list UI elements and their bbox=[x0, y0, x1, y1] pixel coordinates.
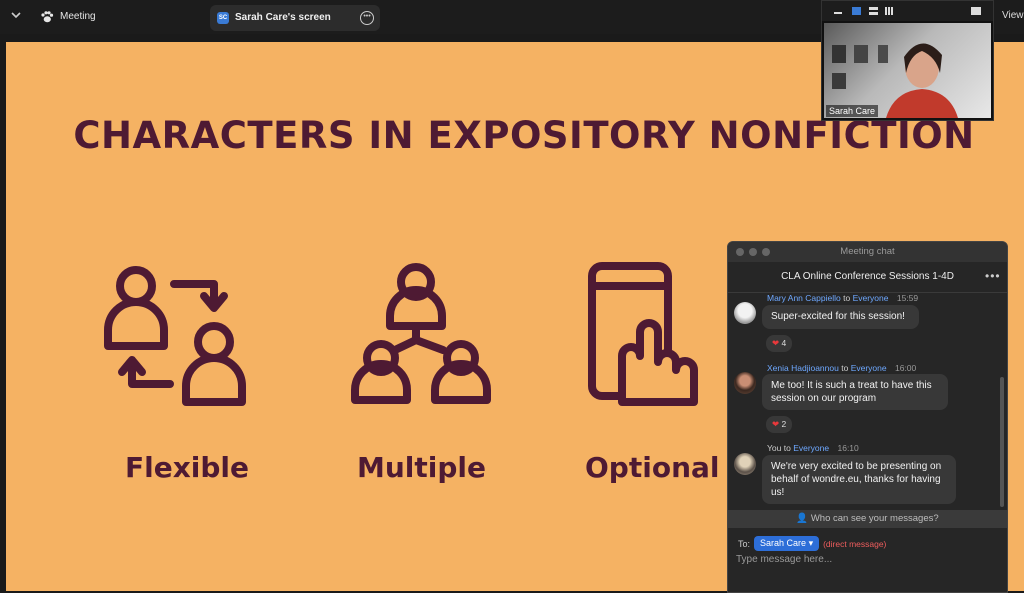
who-can-see-label: Who can see your messages? bbox=[810, 513, 939, 524]
avatar bbox=[734, 302, 756, 324]
chat-titlebar: Meeting chat bbox=[728, 242, 1007, 262]
chat-window-title: Meeting chat bbox=[840, 246, 895, 257]
paw-icon bbox=[41, 11, 54, 23]
to-word: to bbox=[841, 363, 849, 373]
recipient-name: Everyone bbox=[850, 363, 887, 373]
more-options-icon[interactable]: ••• bbox=[360, 11, 374, 25]
heart-icon: ❤ bbox=[772, 338, 780, 348]
video-feed: Sarah Care bbox=[824, 23, 991, 118]
label-flexible: Flexible bbox=[125, 451, 250, 484]
reaction-count: 2 bbox=[781, 419, 787, 429]
recipient-chip-label: Sarah Care bbox=[760, 538, 807, 548]
caret-down-icon: ▾ bbox=[808, 538, 814, 548]
video-view-controls bbox=[822, 1, 993, 21]
strip-view-icon[interactable] bbox=[869, 7, 878, 15]
heart-icon: ❤ bbox=[772, 419, 780, 429]
message-meta: Xenia Hadjioannou to Everyone 16:00 bbox=[767, 363, 916, 373]
sender-name[interactable]: Xenia Hadjioannou bbox=[767, 363, 839, 373]
reaction-badge[interactable]: ❤ 2 bbox=[766, 416, 793, 433]
reaction-count: 4 bbox=[781, 338, 787, 348]
phone-tap-icon bbox=[588, 262, 698, 406]
participant-video[interactable]: Sarah Care bbox=[821, 0, 994, 121]
label-multiple: Multiple bbox=[357, 451, 487, 484]
to-label: To: bbox=[738, 538, 751, 549]
label-optional: Optional bbox=[585, 451, 720, 484]
meeting-chat-window: Meeting chat CLA Online Conference Sessi… bbox=[727, 241, 1008, 593]
view-button[interactable]: View bbox=[1002, 10, 1024, 21]
recipient-row: To: Sarah Care ▾ (direct message) bbox=[738, 536, 886, 551]
avatar bbox=[734, 372, 756, 394]
participant-name: Sarah Care bbox=[826, 105, 879, 117]
message-input[interactable]: Type message here... bbox=[736, 554, 832, 565]
avatar bbox=[734, 453, 756, 475]
speaker-view-icon[interactable] bbox=[852, 7, 861, 15]
tab-shared-screen[interactable]: SC Sarah Care's screen ••• bbox=[210, 5, 380, 31]
people-network-icon bbox=[351, 263, 491, 404]
chat-scrollbar[interactable] bbox=[1000, 377, 1004, 507]
swap-people-icon bbox=[104, 266, 246, 406]
sender-name[interactable]: Mary Ann Cappiello bbox=[767, 293, 841, 303]
message-bubble[interactable]: We're very excited to be presenting on b… bbox=[762, 455, 956, 504]
gallery-view-icon[interactable] bbox=[885, 7, 894, 15]
sender-name: You bbox=[767, 443, 782, 453]
chat-channel-title: CLA Online Conference Sessions 1-4D bbox=[781, 271, 954, 282]
to-word: to bbox=[843, 293, 851, 303]
recipient-selector[interactable]: Sarah Care ▾ bbox=[754, 536, 820, 551]
chevron-down-icon[interactable] bbox=[10, 9, 24, 23]
person-icon: 👤 bbox=[796, 513, 809, 524]
message-bubble[interactable]: Me too! It is such a treat to have this … bbox=[762, 374, 948, 410]
screen-share-badge: SC bbox=[217, 12, 229, 24]
recipient-name: Everyone bbox=[793, 443, 830, 453]
direct-message-note: (direct message) bbox=[823, 538, 887, 549]
message-time: 16:00 bbox=[894, 363, 917, 373]
meeting-label: Meeting bbox=[60, 11, 96, 22]
participant-image bbox=[832, 43, 958, 118]
recipient-name: Everyone bbox=[852, 293, 889, 303]
message-bubble[interactable]: Super-excited for this session! bbox=[762, 305, 919, 329]
reaction-badge[interactable]: ❤ 4 bbox=[766, 335, 793, 352]
to-word: to bbox=[783, 443, 791, 453]
screen-tab-label: Sarah Care's screen bbox=[235, 12, 331, 23]
message-time: 15:59 bbox=[896, 293, 919, 303]
pop-out-icon[interactable] bbox=[971, 7, 981, 15]
meeting-menu-button[interactable]: Meeting bbox=[40, 8, 96, 26]
message-meta: You to Everyone 16:10 bbox=[767, 443, 859, 453]
more-options-icon[interactable]: ••• bbox=[985, 269, 1001, 283]
message-meta: Mary Ann Cappiello to Everyone 15:59 bbox=[767, 293, 918, 303]
message-time: 16:10 bbox=[837, 443, 859, 453]
who-can-see-button[interactable]: 👤 Who can see your messages? bbox=[728, 510, 1007, 528]
chat-header: CLA Online Conference Sessions 1-4D ••• bbox=[728, 262, 1007, 293]
minimize-icon[interactable] bbox=[834, 12, 842, 14]
